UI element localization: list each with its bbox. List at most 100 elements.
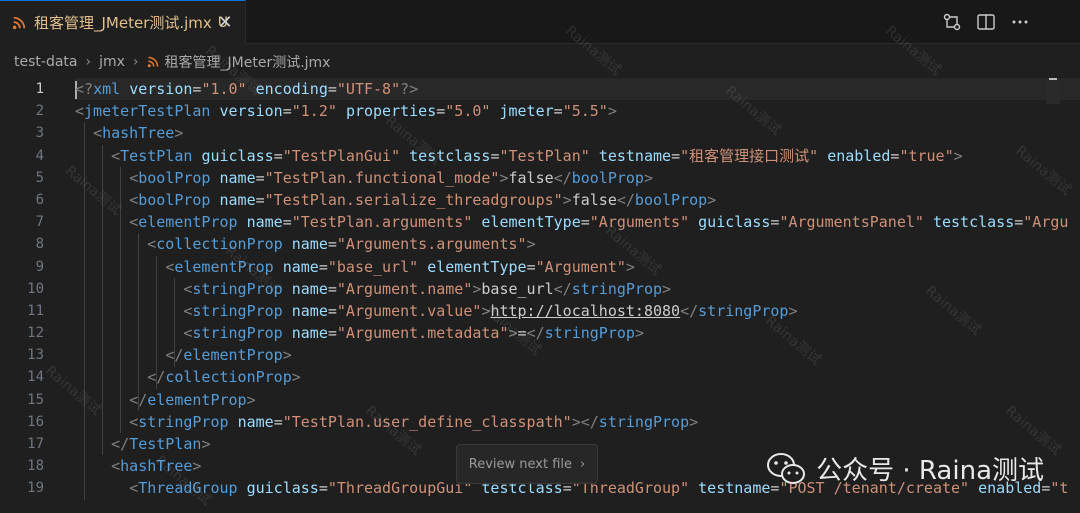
code-line[interactable]: <elementProp name="TestPlan.arguments" e… [75, 211, 1080, 233]
overview-ruler-marker [1046, 78, 1060, 104]
code-text: false [508, 168, 554, 187]
breadcrumb: test-data › jmx › 租客管理_JMeter测试.jmx [14, 52, 330, 72]
indent-guide [102, 144, 104, 456]
code-tag-name: hashTree [102, 124, 175, 143]
code-punctuation: <? [75, 80, 94, 98]
code-line[interactable]: <stringProp name="Argument.metadata">=</… [75, 322, 1080, 344]
code-punctuation: > [508, 324, 518, 343]
tab-file-name: 租客管理_JMeter测试.jmx [34, 14, 212, 32]
line-number: 18 [27, 458, 44, 475]
code-tag-name: stringProp [192, 324, 283, 343]
close-icon[interactable]: ✕ [215, 13, 235, 33]
code-content[interactable]: <?xml version="1.0" encoding="UTF-8"?> <j… [75, 78, 1080, 500]
code-attribute: name [237, 412, 274, 431]
code-line[interactable]: <stringProp name="TestPlan.user_define_c… [75, 411, 1080, 433]
review-next-file-label: Review next file [468, 456, 573, 472]
code-line[interactable]: <hashTree> [75, 122, 1080, 144]
code-line[interactable]: <collectionProp name="Arguments.argument… [75, 233, 1080, 255]
code-tag-name: stringProp [192, 301, 283, 320]
code-line[interactable]: </elementProp> [75, 344, 1080, 366]
code-punctuation: > [634, 324, 644, 343]
code-line[interactable]: </elementProp> [75, 389, 1080, 411]
code-tag-name: boolProp [138, 190, 211, 209]
code-attribute: guiclass [201, 146, 274, 165]
code-tag-name: stringProp [192, 279, 283, 298]
code-attribute: testname [598, 146, 672, 165]
code-string: "ArgumentsPanel" [779, 213, 924, 232]
branding-overlay: 公众号 · Raina测试 [766, 450, 1044, 487]
breadcrumb-separator: › [85, 54, 92, 70]
line-number: 9 [35, 258, 44, 275]
code-line[interactable]: <elementProp name="base_url" elementType… [75, 256, 1080, 278]
breadcrumb-separator: › [132, 54, 139, 70]
breadcrumb-item-file[interactable]: 租客管理_JMeter测试.jmx [165, 52, 331, 72]
code-line[interactable]: <boolProp name="TestPlan.functional_mode… [75, 167, 1080, 189]
code-line[interactable]: <boolProp name="TestPlan.serialize_threa… [75, 189, 1080, 211]
code-punctuation: < [129, 190, 139, 209]
code-string: "5.0" [445, 102, 491, 121]
code-punctuation: < [93, 124, 103, 143]
code-punctuation: > [174, 124, 184, 143]
line-number: 17 [27, 436, 44, 452]
code-punctuation: > [499, 168, 509, 187]
code-text: = [1014, 213, 1024, 232]
code-string: "TestPlan.arguments" [291, 213, 473, 232]
line-number: 6 [35, 191, 44, 208]
code-line[interactable]: <?xml version="1.0" encoding="UTF-8"?> [75, 78, 1080, 101]
more-actions-icon[interactable] [1010, 12, 1030, 32]
breadcrumb-item-jmx[interactable]: jmx [99, 54, 125, 70]
code-text: = [327, 279, 337, 298]
code-punctuation: > [291, 368, 301, 387]
code-tag-name: ThreadGroup [138, 479, 238, 498]
indent-guide [174, 277, 176, 367]
code-line[interactable]: <stringProp name="Argument.value">http:/… [75, 300, 1080, 322]
code-line[interactable]: <TestPlan guiclass="TestPlanGui" testcla… [75, 145, 1080, 167]
code-string: "租客管理接口测试" [680, 146, 819, 165]
code-text: = [436, 102, 446, 121]
code-line[interactable]: </collectionProp> [75, 366, 1080, 388]
code-punctuation: < [111, 146, 121, 165]
rss-file-icon [147, 56, 158, 68]
code-tag-name: stringProp [571, 279, 663, 298]
code-line[interactable]: <stringProp name="Argument.name">base_ur… [75, 278, 1080, 300]
code-link[interactable]: http://localhost:8080 [490, 302, 680, 320]
code-line[interactable]: <jmeterTestPlan version="1.2" properties… [75, 100, 1080, 122]
code-punctuation: > [526, 235, 536, 254]
editor-tab-active[interactable]: 租客管理_JMeter测试.jmx U ✕ [0, 0, 246, 44]
breadcrumb-item-test-data[interactable]: test-data [14, 54, 77, 70]
code-string: "Argu [1023, 213, 1069, 232]
code-punctuation: </ [680, 301, 699, 320]
code-string: "Argument" [535, 257, 626, 276]
code-punctuation: </ [616, 190, 635, 209]
split-editor-icon[interactable] [976, 12, 996, 32]
code-string: "Arguments.arguments" [336, 235, 527, 254]
code-punctuation: </ [553, 279, 572, 298]
code-punctuation: > [201, 435, 211, 453]
code-punctuation: < [75, 102, 85, 121]
open-changes-icon[interactable] [942, 12, 962, 32]
code-tag-name: stringProp [138, 412, 229, 431]
code-attribute: name [246, 213, 283, 232]
review-next-file-button[interactable]: Review next file › [456, 444, 598, 484]
code-attribute: version [219, 102, 283, 121]
